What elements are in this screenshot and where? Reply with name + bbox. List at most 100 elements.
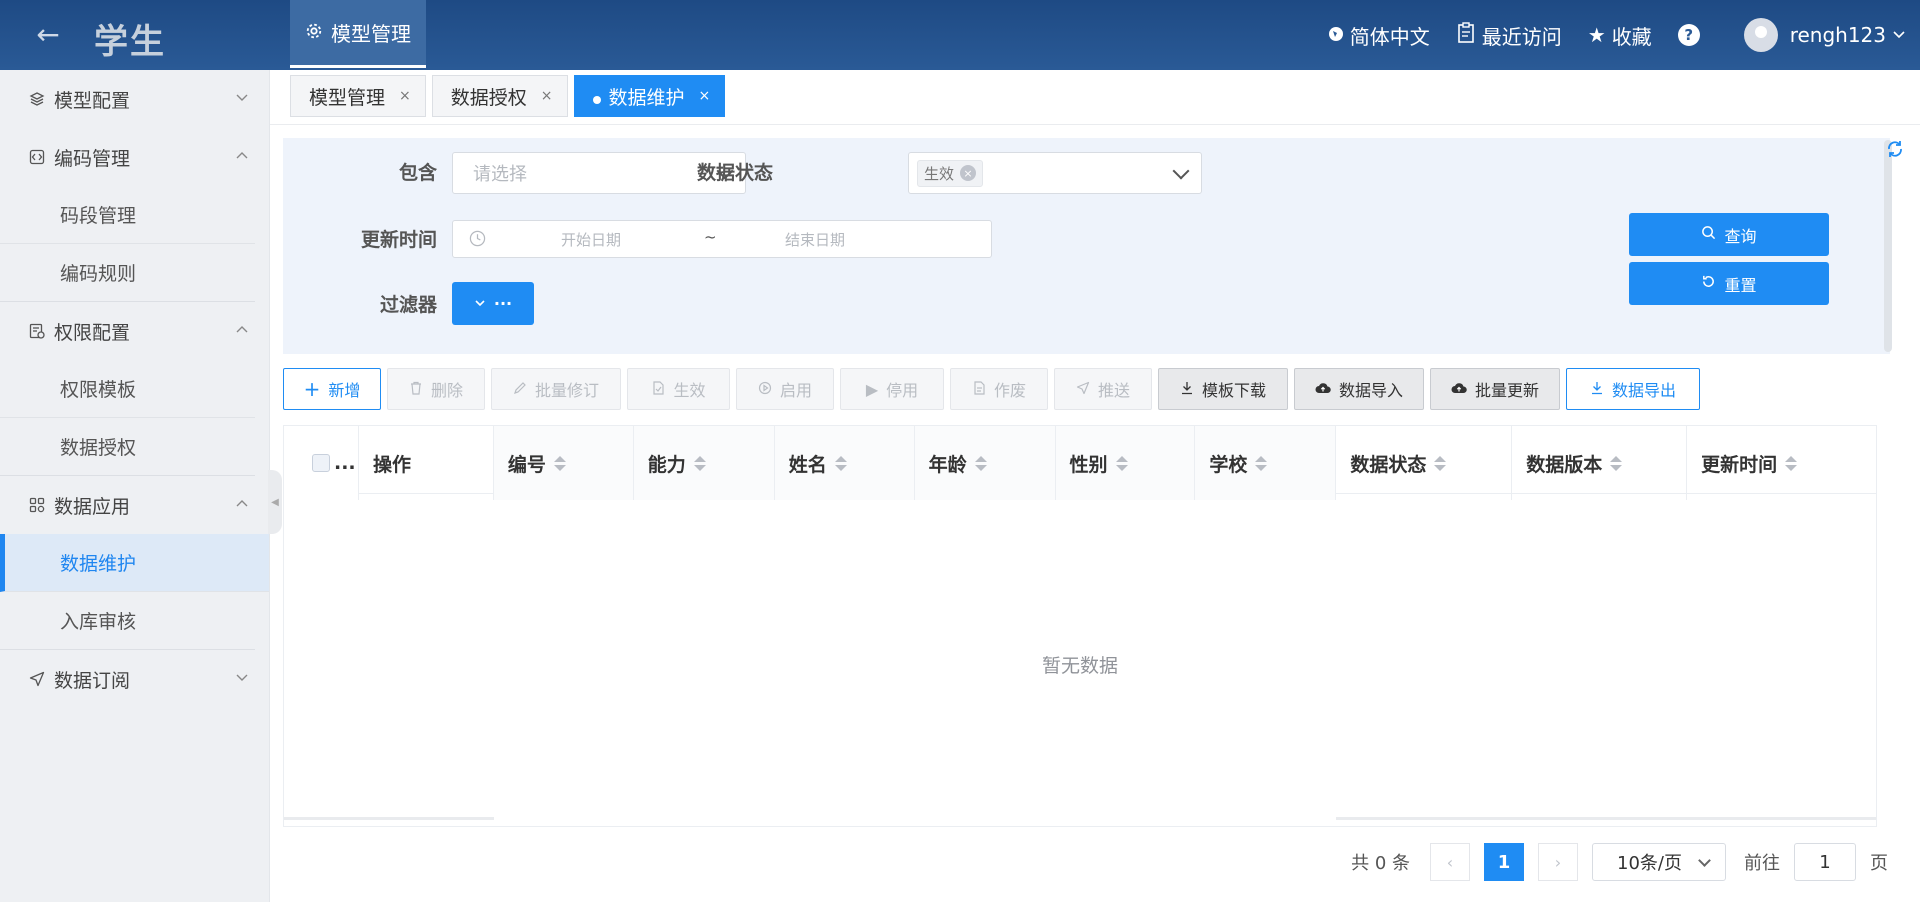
sidebar-group-code-management[interactable]: 编码管理: [0, 128, 269, 186]
add-button[interactable]: + 新增: [283, 368, 381, 410]
goto-prefix: 前往: [1744, 853, 1780, 874]
favorites[interactable]: ★ 收藏: [1588, 21, 1652, 50]
document-check-icon: [651, 380, 665, 399]
filter-scrollbar[interactable]: [1884, 140, 1892, 352]
username: rengh123: [1789, 23, 1886, 47]
column-label: 操作: [372, 453, 411, 476]
data-import-label: 数据导入: [1338, 381, 1403, 400]
column-label: 数据状态: [1350, 453, 1427, 476]
column-header-data-status[interactable]: 数据状态: [1336, 426, 1513, 500]
effective-button[interactable]: 生效: [627, 368, 730, 410]
sidebar-item-data-authorization[interactable]: 数据授权: [0, 418, 255, 476]
column-label: 编号: [507, 453, 546, 476]
refresh-icon[interactable]: [1884, 138, 1906, 160]
top-tab-label: 模型管理: [331, 22, 411, 46]
sidebar-group-data-application[interactable]: 数据应用: [0, 476, 269, 534]
sort-icon[interactable]: [1115, 455, 1128, 471]
page-tab-model-management[interactable]: 模型管理 ×: [290, 75, 426, 117]
sort-icon[interactable]: [1255, 455, 1268, 471]
query-button[interactable]: 查询: [1629, 213, 1829, 256]
recent-visits[interactable]: 最近访问: [1456, 21, 1562, 50]
select-all-checkbox[interactable]: [312, 454, 330, 472]
page-tab-data-maintenance[interactable]: 数据维护 ×: [573, 75, 726, 117]
goto-page-input[interactable]: 1: [1794, 843, 1856, 881]
filter-panel: 包含 请选择 数据状态 生效 × 更新时间 开始日期 ~ 结束日期 过滤器 ··…: [283, 138, 1890, 354]
close-icon[interactable]: ×: [699, 88, 711, 104]
sidebar-item-permission-template[interactable]: 权限模板: [0, 360, 255, 418]
enable-button[interactable]: 启用: [736, 368, 834, 410]
sort-icon[interactable]: [974, 455, 987, 471]
data-import-button[interactable]: 数据导入: [1294, 368, 1424, 410]
user-menu[interactable]: rengh123: [1743, 18, 1906, 52]
page-size-select[interactable]: 10条/页: [1592, 843, 1726, 881]
select-all-ellipsis: ...: [334, 452, 356, 474]
prev-page-button[interactable]: ‹: [1430, 843, 1470, 881]
download-icon: [1590, 380, 1604, 399]
reset-button[interactable]: 重置: [1629, 262, 1829, 305]
sort-icon[interactable]: [1785, 455, 1798, 471]
close-icon[interactable]: ×: [541, 88, 553, 104]
start-date-input[interactable]: 开始日期: [561, 229, 621, 250]
column-label: 数据版本: [1526, 453, 1603, 476]
column-header-school[interactable]: 学校: [1195, 426, 1337, 500]
sort-icon[interactable]: [553, 455, 566, 471]
batch-revise-button[interactable]: 批量修订: [491, 368, 621, 410]
chevron-down-icon: [236, 674, 248, 681]
column-header-update-time[interactable]: 更新时间: [1687, 426, 1876, 500]
sidebar-group-permission-config[interactable]: 权限配置: [0, 302, 269, 360]
column-header-ability[interactable]: 能力: [633, 426, 775, 500]
column-header-name[interactable]: 姓名: [774, 426, 915, 500]
sidebar-group-label: 编码管理: [54, 147, 131, 170]
search-icon: [1701, 225, 1716, 244]
back-arrow-icon[interactable]: ←: [30, 18, 66, 52]
plus-icon: +: [303, 377, 321, 401]
status-tag-label: 生效: [924, 164, 955, 183]
update-time-range[interactable]: 开始日期 ~ 结束日期: [452, 220, 992, 258]
language-switch[interactable]: 简体中文: [1328, 21, 1430, 50]
delete-button[interactable]: 删除: [387, 368, 485, 410]
action-toolbar: + 新增 删除 批量修订 生效 启用 ▶ 停用 作废 推送 模板下载 数据导入 …: [283, 368, 1700, 410]
filter-dropdown-button[interactable]: ···: [452, 282, 534, 325]
sidebar-item-code-rules[interactable]: 编码规则: [0, 244, 255, 302]
effective-label: 生效: [673, 381, 706, 400]
column-header-data-version[interactable]: 数据版本: [1512, 426, 1688, 500]
total-count: 共 0 条: [1351, 853, 1410, 874]
column-header-operation: 操作: [358, 426, 494, 500]
page-tab-data-authorization[interactable]: 数据授权 ×: [431, 75, 568, 117]
sidebar-group-model-config[interactable]: 模型配置: [0, 70, 269, 128]
push-button[interactable]: 推送: [1054, 368, 1152, 410]
help-button[interactable]: ?: [1677, 24, 1700, 46]
void-button[interactable]: 作废: [950, 368, 1048, 410]
data-status-select[interactable]: 生效 ×: [908, 152, 1202, 194]
document-icon: [972, 380, 986, 399]
column-label: 年龄: [928, 453, 967, 476]
disable-button[interactable]: ▶ 停用: [840, 368, 944, 410]
sort-icon[interactable]: [1434, 455, 1447, 471]
sort-icon[interactable]: [693, 455, 706, 471]
column-header-gender[interactable]: 性别: [1055, 426, 1196, 500]
send-icon: [1076, 380, 1090, 399]
cloud-upload-icon: [1451, 380, 1467, 399]
top-tab-model-management[interactable]: 模型管理: [290, 0, 426, 68]
column-header-age[interactable]: 年龄: [914, 426, 1056, 500]
sidebar-item-code-segment[interactable]: 码段管理: [0, 186, 255, 244]
fixed-left-scroll-shadow: [284, 817, 494, 820]
batch-update-button[interactable]: 批量更新: [1430, 368, 1560, 410]
sidebar-item-warehouse-review[interactable]: 入库审核: [0, 592, 255, 650]
chevron-down-icon: [474, 294, 486, 313]
page-number-current[interactable]: 1: [1484, 843, 1524, 881]
sidebar-item-data-maintenance[interactable]: 数据维护: [0, 534, 269, 592]
data-status-label: 数据状态: [696, 162, 773, 184]
column-header-id[interactable]: 编号: [493, 426, 634, 500]
next-page-button[interactable]: ›: [1538, 843, 1578, 881]
sidebar-group-data-subscription[interactable]: 数据订阅: [0, 650, 269, 708]
data-export-button[interactable]: 数据导出: [1566, 368, 1700, 410]
sort-icon[interactable]: [1610, 455, 1623, 471]
close-icon[interactable]: ×: [960, 165, 977, 181]
end-date-input[interactable]: 结束日期: [785, 229, 845, 250]
close-icon[interactable]: ×: [399, 88, 411, 104]
status-tag: 生效 ×: [917, 159, 984, 187]
sidebar-collapse-handle[interactable]: ◀: [268, 470, 282, 534]
sort-icon[interactable]: [834, 455, 847, 471]
template-download-button[interactable]: 模板下载: [1158, 368, 1288, 410]
